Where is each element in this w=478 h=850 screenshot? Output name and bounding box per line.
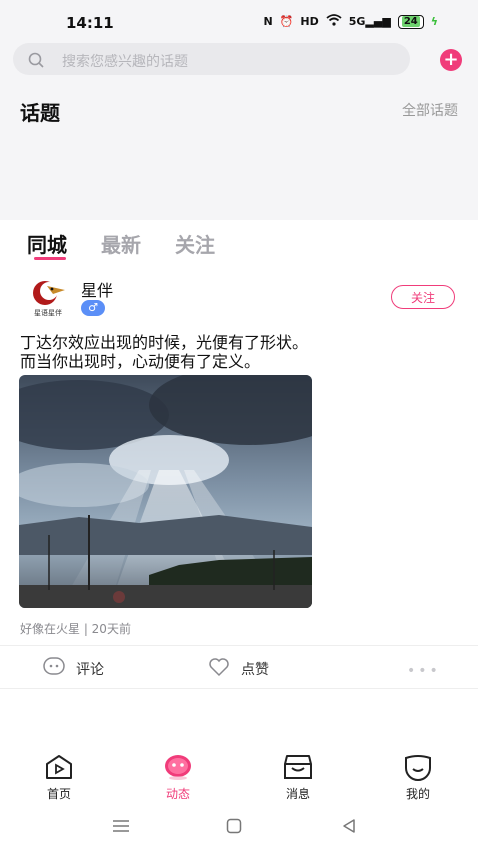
nav-me[interactable]: 我的 xyxy=(388,752,448,802)
add-button[interactable]: + xyxy=(440,49,462,71)
username[interactable]: 星伴 xyxy=(81,277,113,301)
post-text-line: 而当你出现时，心动便有了定义。 xyxy=(20,352,261,371)
post-meta: 好像在火星 | 20天前 xyxy=(20,622,131,636)
back-icon[interactable] xyxy=(341,818,357,834)
message-box-icon xyxy=(284,755,312,779)
divider xyxy=(0,688,478,689)
charging-icon: ϟ xyxy=(430,15,438,28)
like-label: 点赞 xyxy=(241,662,269,678)
avatar[interactable]: 星语星伴 xyxy=(25,274,71,320)
nav-messages[interactable]: 消息 xyxy=(268,752,328,802)
tab-following[interactable]: 关注 xyxy=(175,229,215,258)
status-icons: N ⏰ HD 5G▂▄▆ 24 ϟ xyxy=(263,14,438,29)
nav-messages-label: 消息 xyxy=(285,787,310,801)
comment-button[interactable]: 评论 xyxy=(42,656,104,682)
nfc-icon: N xyxy=(263,15,273,28)
feed-icon xyxy=(165,755,191,780)
profile-icon xyxy=(405,755,431,781)
signal-icon: 5G▂▄▆ xyxy=(348,15,391,28)
male-gender-icon: ♂ xyxy=(81,300,105,316)
home-icon xyxy=(46,755,72,779)
heart-icon xyxy=(207,656,231,682)
topics-title: 话题 xyxy=(20,101,60,125)
post-image[interactable] xyxy=(19,375,312,608)
nav-home-label: 首页 xyxy=(46,787,71,801)
system-home-icon[interactable] xyxy=(226,818,242,834)
search-placeholder: 搜索您感兴趣的话题 xyxy=(62,54,188,70)
like-button[interactable]: 点赞 xyxy=(207,656,269,682)
menu-icon[interactable] xyxy=(112,818,130,832)
comment-label: 评论 xyxy=(76,662,104,678)
divider xyxy=(0,645,478,646)
search-icon xyxy=(28,52,44,68)
battery-icon: 24 xyxy=(397,14,424,29)
status-time: 14:11 xyxy=(66,14,114,32)
follow-button[interactable]: 关注 xyxy=(391,285,455,309)
nav-me-label: 我的 xyxy=(405,787,430,801)
tab-nearby[interactable]: 同城 xyxy=(27,229,67,258)
nav-feed-label: 动态 xyxy=(165,787,190,801)
all-topics-link[interactable]: 全部话题 xyxy=(402,100,458,120)
tab-latest[interactable]: 最新 xyxy=(101,229,141,258)
comment-icon xyxy=(42,656,66,682)
more-options-icon[interactable]: ••• xyxy=(407,663,441,679)
wifi-icon xyxy=(326,14,342,29)
nav-home[interactable]: 首页 xyxy=(29,752,89,802)
tab-active-indicator xyxy=(34,257,66,260)
alarm-icon: ⏰ xyxy=(279,15,294,28)
avatar-caption: 星语星伴 xyxy=(34,309,62,317)
nav-feed[interactable]: 动态 xyxy=(148,752,208,802)
hd-icon: HD xyxy=(300,15,319,28)
